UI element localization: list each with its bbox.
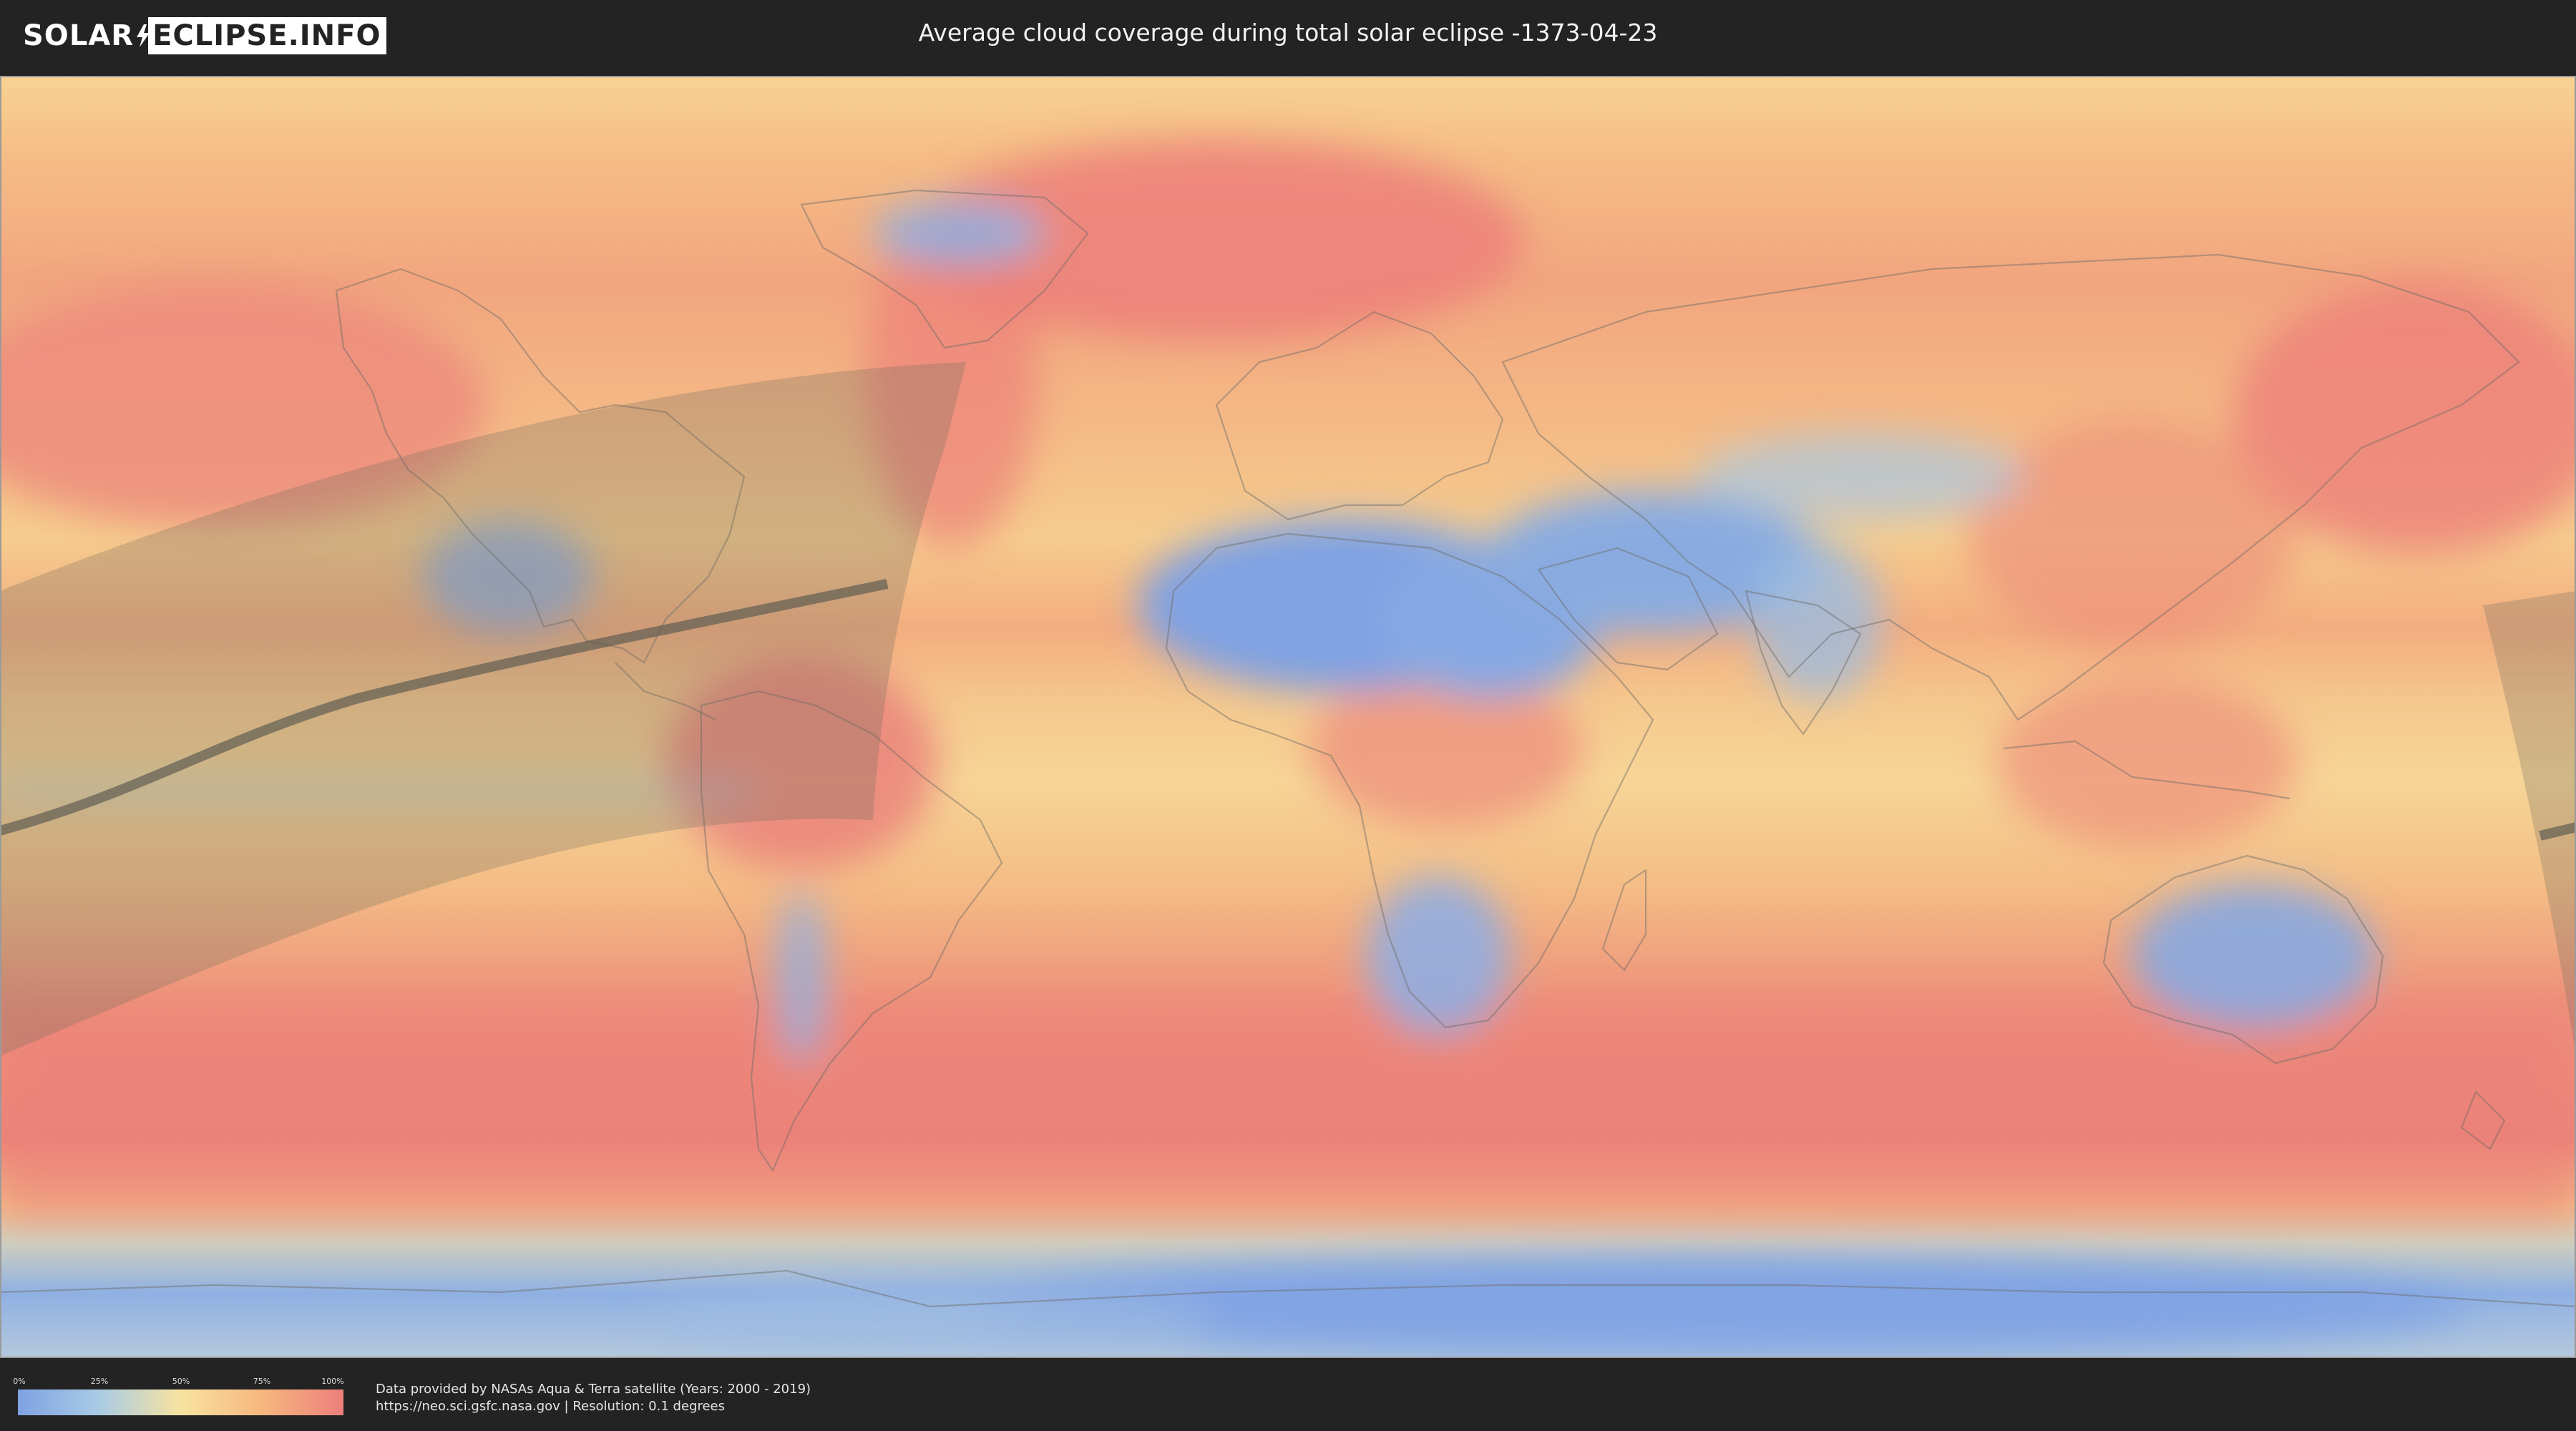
credits-source: Data provided by NASAs Aqua & Terra sate… — [376, 1382, 811, 1397]
data-credits: Data provided by NASAs Aqua & Terra sate… — [376, 1381, 811, 1415]
color-legend: 0% 25% 50% 75% 100% — [13, 1377, 344, 1415]
legend-tick-75: 75% — [253, 1377, 271, 1386]
legend-tick-50: 50% — [172, 1377, 190, 1386]
header-bar: SOLAR ECLIPSE.INFO Average cloud coverag… — [0, 0, 2576, 72]
page-title: Average cloud coverage during total sola… — [918, 19, 1658, 47]
legend-gradient-bar — [18, 1390, 343, 1415]
cloud-coverage-map[interactable] — [0, 76, 2576, 1358]
footer-bar: 0% 25% 50% 75% 100% Data provided by NAS… — [0, 1359, 2576, 1431]
credits-url[interactable]: https://neo.sci.gsfc.nasa.gov | Resoluti… — [376, 1398, 811, 1415]
legend-tick-0: 0% — [13, 1377, 26, 1386]
legend-tick-100: 100% — [321, 1377, 344, 1386]
legend-tick-25: 25% — [90, 1377, 109, 1386]
legend-ticks: 0% 25% 50% 75% 100% — [13, 1377, 344, 1388]
world-map — [0, 76, 2576, 1358]
